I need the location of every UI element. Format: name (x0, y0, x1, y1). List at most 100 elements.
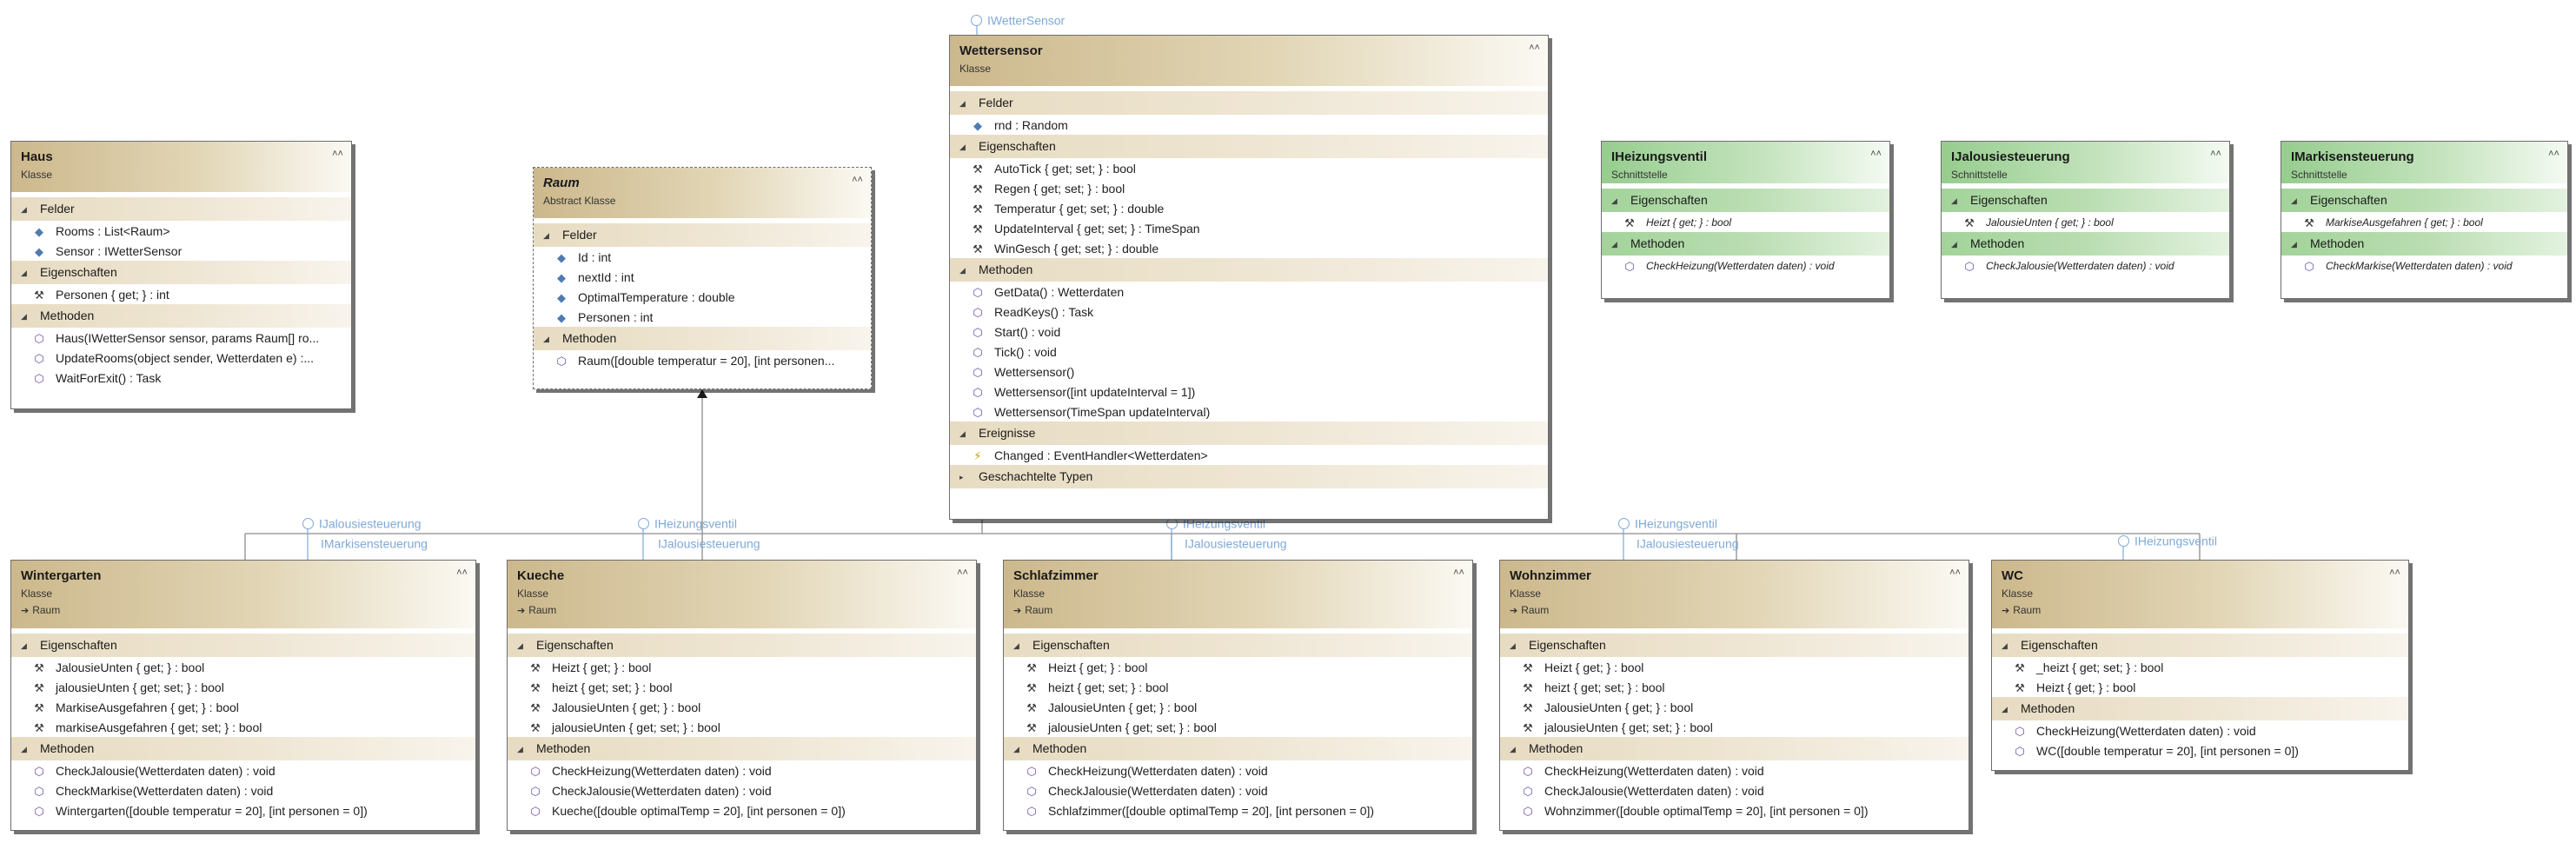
member-row[interactable]: ⬡ CheckJalousie(Wetterdaten daten) : void (11, 760, 475, 780)
collapse-chevron-icon[interactable]: ˄˄ (2210, 149, 2221, 160)
section-header[interactable]: ◢ Methoden (11, 737, 475, 760)
member-row[interactable]: ◆ Personen : int (534, 307, 871, 327)
member-row[interactable]: ⬡ Raum([double temperatur = 20], [int per… (534, 350, 871, 370)
section-header[interactable]: ◢ Methoden (11, 304, 351, 328)
section-header[interactable]: ◢ Methoden (1942, 232, 2229, 256)
section-header[interactable]: ◢ Felder (950, 91, 1548, 115)
member-row[interactable]: ⚒ Heizt { get; } : bool (1500, 657, 1969, 677)
section-header[interactable]: ▸ Geschachtelte Typen (950, 465, 1548, 488)
member-row[interactable]: ⚒ jalousieUnten { get; set; } : bool (508, 717, 976, 737)
member-row[interactable]: ⬡ GetData() : Wetterdaten (950, 282, 1548, 302)
section-header[interactable]: ◢ Methoden (1500, 737, 1969, 760)
section-header[interactable]: ◢ Methoden (508, 737, 976, 760)
member-row[interactable]: ⬡ WC([double temperatur = 20], [int perso… (1992, 740, 2408, 760)
member-row[interactable]: ⚒ Heizt { get; } : bool (1602, 212, 1889, 232)
section-header[interactable]: ◢ Eigenschaften (508, 634, 976, 657)
member-row[interactable]: ⬡ UpdateRooms(object sender, Wetterdaten … (11, 348, 351, 368)
section-header[interactable]: ◢ Eigenschaften (1992, 634, 2408, 657)
section-header[interactable]: ◢ Eigenschaften (11, 261, 351, 284)
member-row[interactable]: ⚒ AutoTick { get; set; } : bool (950, 158, 1548, 178)
collapse-chevron-icon[interactable]: ˄˄ (2389, 568, 2400, 579)
member-row[interactable]: ◆ OptimalTemperature : double (534, 287, 871, 307)
member-row[interactable]: ◆ rnd : Random (950, 115, 1548, 135)
collapse-triangle-icon[interactable]: ◢ (959, 136, 970, 159)
section-header[interactable]: ◢ Felder (534, 223, 871, 247)
member-row[interactable]: ⚒ MarkiseAusgefahren { get; } : bool (11, 697, 475, 717)
member-row[interactable]: ⬡ CheckMarkise(Wetterdaten daten) : void (11, 780, 475, 800)
collapse-triangle-icon[interactable]: ◢ (2002, 634, 2012, 658)
member-row[interactable]: ⚒ UpdateInterval { get; set; } : TimeSpan (950, 218, 1548, 238)
collapse-chevron-icon[interactable]: ˄˄ (2548, 149, 2559, 160)
member-row[interactable]: ⚒ JalousieUnten { get; } : bool (1500, 697, 1969, 717)
member-row[interactable]: ⚒ jalousieUnten { get; set; } : bool (1500, 717, 1969, 737)
member-row[interactable]: ⚡ Changed : EventHandler<Wetterdaten> (950, 445, 1548, 465)
member-row[interactable]: ⚒ JalousieUnten { get; } : bool (508, 697, 976, 717)
collapse-triangle-icon[interactable]: ◢ (517, 738, 528, 761)
collapse-triangle-icon[interactable]: ◢ (1510, 634, 1520, 658)
member-row[interactable]: ⚒ Personen { get; } : int (11, 284, 351, 304)
collapse-triangle-icon[interactable]: ◢ (1013, 634, 1024, 658)
class-schlafzimmer[interactable]: Schlafzimmer Klasse ➔ Raum ˄˄ ◢ Eigenschaften ⚒… (1003, 560, 1473, 831)
collapse-triangle-icon[interactable]: ◢ (21, 738, 31, 761)
section-header[interactable]: ◢ Methoden (1602, 232, 1889, 256)
member-row[interactable]: ◆ Rooms : List<Raum> (11, 221, 351, 241)
section-header[interactable]: ◢ Eigenschaften (1004, 634, 1472, 657)
member-row[interactable]: ⬡ WaitForExit() : Task (11, 368, 351, 388)
member-row[interactable]: ⬡ CheckHeizung(Wetterdaten daten) : void (1602, 256, 1889, 275)
member-row[interactable]: ⬡ Start() : void (950, 322, 1548, 342)
section-header[interactable]: ◢ Eigenschaften (1942, 189, 2229, 212)
member-row[interactable]: ⬡ Wettersensor() (950, 362, 1548, 382)
section-header[interactable]: ◢ Methoden (2281, 232, 2567, 256)
member-row[interactable]: ⚒ Heizt { get; } : bool (1992, 677, 2408, 697)
section-header[interactable]: ◢ Eigenschaften (1500, 634, 1969, 657)
member-row[interactable]: ⬡ Kueche([double optimalTemp = 20], [int … (508, 800, 976, 820)
section-header[interactable]: ◢ Ereignisse (950, 422, 1548, 445)
collapse-chevron-icon[interactable]: ˄˄ (1870, 149, 1882, 160)
member-row[interactable]: ⚒ heizt { get; set; } : bool (508, 677, 976, 697)
collapse-triangle-icon[interactable]: ◢ (21, 305, 31, 329)
collapse-triangle-icon[interactable]: ◢ (2291, 233, 2301, 256)
member-row[interactable]: ⬡ CheckJalousie(Wetterdaten daten) : void (1500, 780, 1969, 800)
collapse-triangle-icon[interactable]: ◢ (1611, 189, 1622, 213)
section-header[interactable]: ◢ Felder (11, 197, 351, 221)
member-row[interactable]: ⚒ markiseAusgefahren { get; set; } : bool (11, 717, 475, 737)
interface-imarkisensteuerung[interactable]: IMarkisensteuerung Schnittstelle ˄˄ ◢ Eigens… (2281, 141, 2568, 299)
collapse-triangle-icon[interactable]: ◢ (543, 224, 554, 248)
collapse-triangle-icon[interactable]: ◢ (2002, 698, 2012, 721)
member-row[interactable]: ⬡ Wettersensor(TimeSpan updateInterval) (950, 402, 1548, 422)
collapse-triangle-icon[interactable]: ◢ (1951, 233, 1962, 256)
expand-triangle-icon[interactable]: ▸ (959, 466, 970, 489)
member-row[interactable]: ⬡ CheckJalousie(Wetterdaten daten) : void (1942, 256, 2229, 275)
class-wohnzimmer[interactable]: Wohnzimmer Klasse ➔ Raum ˄˄ ◢ Eigenschaften ⚒ He… (1499, 560, 1969, 831)
collapse-chevron-icon[interactable]: ˄˄ (332, 149, 343, 160)
interface-iheizungsventil[interactable]: IHeizungsventil Schnittstelle ˄˄ ◢ Eigenscha… (1601, 141, 1890, 299)
section-header[interactable]: ◢ Eigenschaften (2281, 189, 2567, 212)
collapse-chevron-icon[interactable]: ˄˄ (456, 568, 468, 579)
collapse-triangle-icon[interactable]: ◢ (959, 92, 970, 116)
member-row[interactable]: ◆ Id : int (534, 247, 871, 267)
member-row[interactable]: ⬡ Wintergarten([double temperatur = 20], … (11, 800, 475, 820)
collapse-triangle-icon[interactable]: ◢ (1013, 738, 1024, 761)
section-header[interactable]: ◢ Methoden (1004, 737, 1472, 760)
collapse-triangle-icon[interactable]: ◢ (2291, 189, 2301, 213)
collapse-triangle-icon[interactable]: ◢ (959, 259, 970, 282)
class-wc[interactable]: WC Klasse ➔ Raum ˄˄ ◢ Eigenschaften ⚒ _heizt { g… (1991, 560, 2409, 771)
member-row[interactable]: ⚒ jalousieUnten { get; set; } : bool (1004, 717, 1472, 737)
collapse-triangle-icon[interactable]: ◢ (517, 634, 528, 658)
member-row[interactable]: ⚒ JalousieUnten { get; } : bool (11, 657, 475, 677)
member-row[interactable]: ⬡ Wettersensor([int updateInterval = 1]) (950, 382, 1548, 402)
member-row[interactable]: ⬡ CheckJalousie(Wetterdaten daten) : void (508, 780, 976, 800)
collapse-chevron-icon[interactable]: ˄˄ (1949, 568, 1961, 579)
member-row[interactable]: ⬡ Tick() : void (950, 342, 1548, 362)
member-row[interactable]: ⬡ Haus(IWetterSensor sensor, params Raum[… (11, 328, 351, 348)
section-header[interactable]: ◢ Methoden (1992, 697, 2408, 720)
section-header[interactable]: ◢ Methoden (534, 327, 871, 350)
member-row[interactable]: ⚒ _heizt { get; set; } : bool (1992, 657, 2408, 677)
member-row[interactable]: ⬡ CheckHeizung(Wetterdaten daten) : void (508, 760, 976, 780)
member-row[interactable]: ⚒ Temperatur { get; set; } : double (950, 198, 1548, 218)
collapse-chevron-icon[interactable]: ˄˄ (957, 568, 968, 579)
class-wintergarten[interactable]: Wintergarten Klasse ➔ Raum ˄˄ ◢ Eigenschaften ⚒… (10, 560, 476, 831)
member-row[interactable]: ⬡ Wohnzimmer([double optimalTemp = 20], [… (1500, 800, 1969, 820)
member-row[interactable]: ⚒ Heizt { get; } : bool (1004, 657, 1472, 677)
section-header[interactable]: ◢ Eigenschaften (1602, 189, 1889, 212)
